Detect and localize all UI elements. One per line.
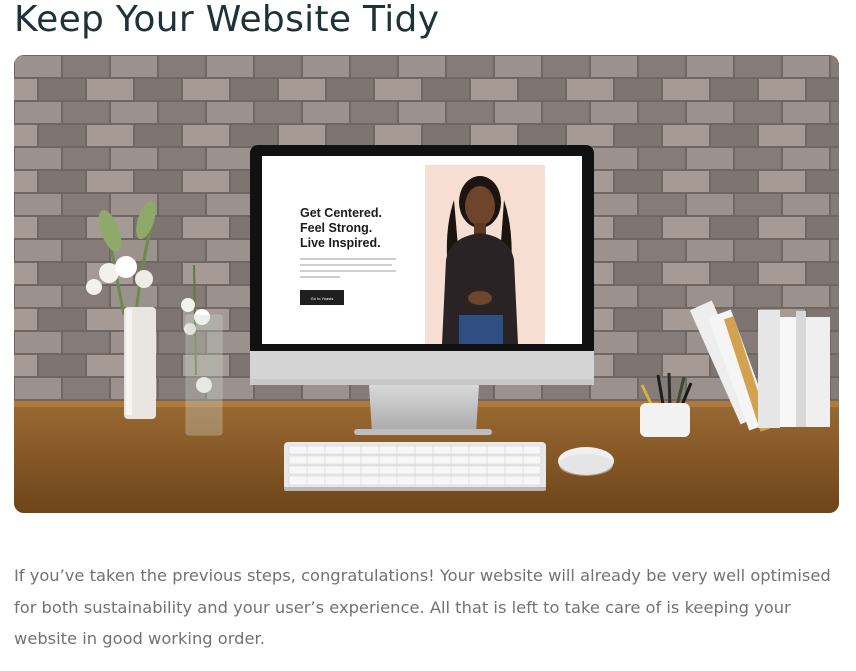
screen-headline-1: Get Centered. <box>300 206 382 220</box>
screen-headline-3: Live Inspired. <box>300 236 381 250</box>
screen-cta-label: Go to Yoasts <box>311 296 334 301</box>
screen-headline-2: Feel Strong. <box>300 221 372 235</box>
keyboard <box>284 442 546 491</box>
article-paragraph: If you’ve taken the previous steps, cong… <box>14 566 831 648</box>
hero-image: Get Centered. Feel Strong. Live Inspired… <box>14 55 839 513</box>
page-title: Keep Your Website Tidy <box>14 0 440 40</box>
